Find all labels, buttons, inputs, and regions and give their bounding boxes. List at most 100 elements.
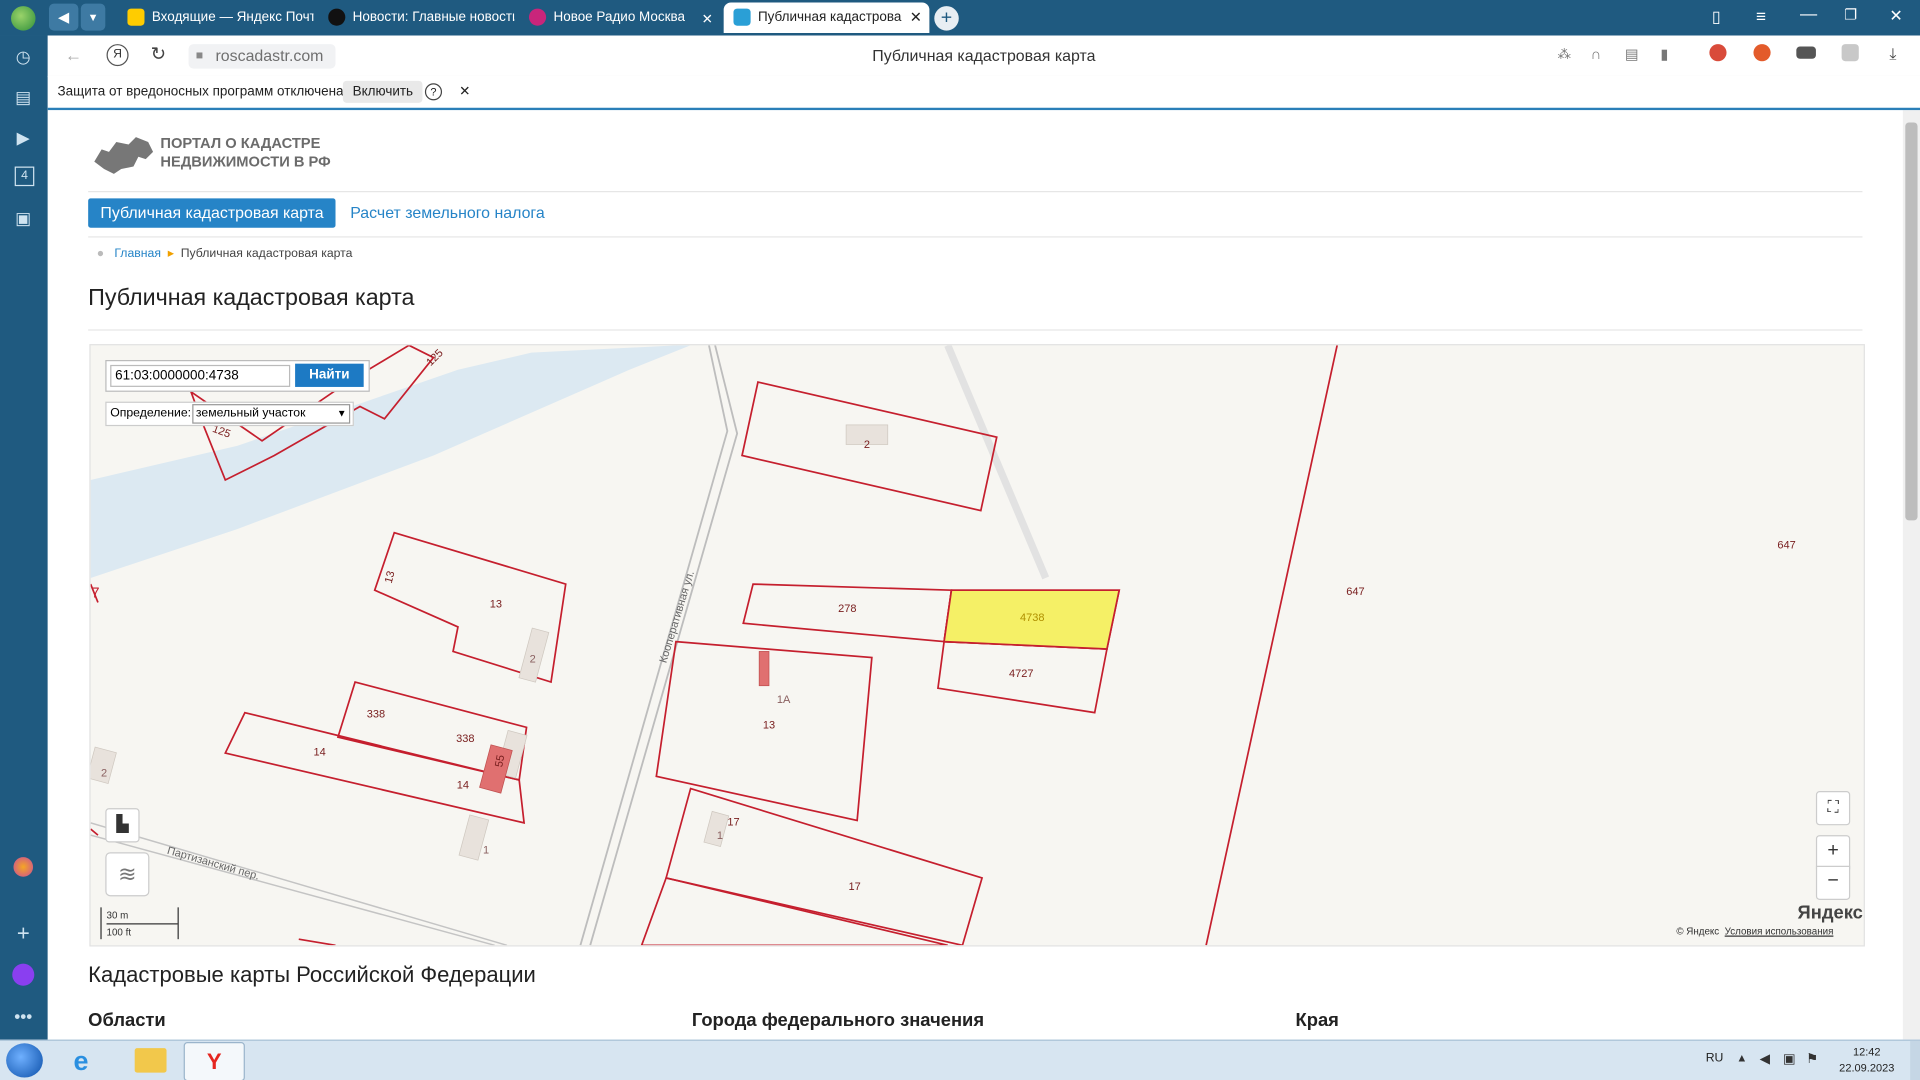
news-icon bbox=[328, 8, 346, 26]
downloads-icon[interactable]: ⤓ bbox=[1889, 44, 1896, 64]
headphones-icon[interactable]: ∩ bbox=[1591, 45, 1602, 62]
page-content: ПОРТАЛ О КАДАСТРЕ НЕДВИЖИМОСТИ В РФ Публ… bbox=[47, 110, 1903, 1041]
yandex-browser-taskbar-button[interactable]: Y bbox=[183, 1042, 245, 1080]
flag-icon[interactable]: ⚑ bbox=[1806, 1051, 1818, 1067]
reader-icon[interactable]: ▤ bbox=[1625, 45, 1639, 62]
extensions-icon[interactable]: ⁂ bbox=[1558, 47, 1571, 63]
video-icon[interactable]: ▶︎ bbox=[12, 126, 34, 148]
menu-icon[interactable]: ≡ bbox=[1756, 6, 1766, 26]
regions-column-title: Области bbox=[88, 1010, 166, 1032]
nav-land-tax[interactable]: Расчет земельного налога bbox=[350, 198, 545, 227]
tab-mail[interactable]: Входящие — Яндекс Почта bbox=[127, 2, 313, 33]
protection-message: Защита от вредоносных программ отключена bbox=[57, 84, 344, 100]
street-line bbox=[944, 345, 1050, 580]
enable-protection-button[interactable]: Включить bbox=[342, 80, 423, 103]
tabs-dropdown-button[interactable]: ▼ bbox=[80, 3, 106, 31]
breadcrumb-home[interactable]: Главная bbox=[114, 247, 161, 260]
show-desktop-button[interactable] bbox=[1910, 1040, 1920, 1080]
extension-c-icon[interactable] bbox=[1796, 46, 1816, 59]
zoom-out-button[interactable]: − bbox=[1815, 865, 1851, 901]
browser-sidebar: ◷ ▤ ▶︎ 4 ▣ + ••• bbox=[0, 35, 48, 1040]
terms-link[interactable]: Условия использования bbox=[1725, 926, 1834, 937]
clock[interactable]: 12:42 22.09.2023 bbox=[1839, 1044, 1894, 1076]
parcel-label: 13 bbox=[763, 720, 775, 732]
parcel-label: 2 bbox=[864, 439, 870, 451]
parcel-label: 14 bbox=[457, 780, 469, 792]
parcel-label: 1 bbox=[717, 830, 723, 842]
site-logo-text[interactable]: ПОРТАЛ О КАДАСТРЕ НЕДВИЖИМОСТИ В РФ bbox=[160, 135, 380, 172]
alice-icon[interactable] bbox=[12, 963, 35, 986]
start-button[interactable] bbox=[6, 1043, 43, 1078]
divider bbox=[88, 191, 1863, 193]
zoom-in-button[interactable]: + bbox=[1815, 835, 1851, 870]
tray-arrow-icon[interactable]: ▲ bbox=[1736, 1052, 1747, 1064]
notes-icon[interactable]: ▤ bbox=[12, 86, 34, 108]
more-icon[interactable]: ••• bbox=[12, 1005, 34, 1027]
language-indicator[interactable]: RU bbox=[1706, 1052, 1724, 1065]
divider bbox=[88, 236, 1863, 238]
scrollbar-thumb[interactable] bbox=[1905, 122, 1918, 521]
new-tab-button[interactable]: + bbox=[934, 6, 959, 31]
breadcrumb-current: Публичная кадастровая карта bbox=[180, 247, 353, 261]
help-icon[interactable]: ? bbox=[424, 83, 443, 101]
sound-toggle-button[interactable]: ◀︎ bbox=[48, 3, 79, 31]
parcel-label: 7 bbox=[91, 586, 99, 602]
tab-close-icon[interactable]: ✕ bbox=[910, 2, 922, 33]
parcel-label: 1 bbox=[483, 844, 489, 856]
ruler-icon: ▙ bbox=[116, 814, 129, 833]
parcel bbox=[1205, 345, 1338, 946]
logo-line: ПОРТАЛ О КАДАСТРЕ bbox=[160, 134, 321, 152]
fullscreen-icon: ⛶ bbox=[1827, 797, 1839, 816]
internet-explorer-icon[interactable]: e bbox=[73, 1046, 88, 1078]
definition-label: Определение: bbox=[110, 406, 192, 421]
layers-button[interactable]: ≋ bbox=[105, 852, 150, 897]
map-canvas[interactable]: 2 278 4738 4727 1А 13 13 13 2 338 338 14… bbox=[90, 345, 1864, 946]
browser-logo-icon[interactable] bbox=[11, 6, 36, 31]
tab-label: Публичная кадастрова bbox=[757, 9, 902, 25]
tab-radio[interactable]: Новое Радио Москва bbox=[528, 2, 700, 33]
nav-cadastral-map[interactable]: Публичная кадастровая карта bbox=[88, 198, 336, 228]
russia-map-logo bbox=[94, 137, 154, 174]
chevron-right-icon: ▸ bbox=[167, 247, 174, 261]
extension-d-icon[interactable] bbox=[1841, 44, 1859, 62]
street-label: Партизанский пер. bbox=[166, 845, 261, 883]
parcel-label: 1А bbox=[777, 694, 791, 706]
definition-value: земельный участок bbox=[195, 406, 306, 421]
definition-select[interactable]: земельный участок ▼ bbox=[192, 404, 351, 424]
history-icon[interactable]: ◷ bbox=[12, 45, 34, 67]
ruler-button[interactable]: ▙ bbox=[105, 808, 140, 843]
yandex-logo[interactable]: Яндекс bbox=[1798, 902, 1863, 923]
restore-icon[interactable]: ❐ bbox=[1844, 6, 1857, 23]
radio-icon bbox=[528, 8, 547, 26]
counter-icon[interactable]: 4 bbox=[14, 166, 35, 187]
bookmarks-icon[interactable]: ▯ bbox=[1712, 7, 1721, 27]
close-window-icon[interactable]: ✕ bbox=[1889, 6, 1902, 26]
building bbox=[479, 744, 513, 794]
cadastral-map[interactable]: 2 278 4738 4727 1А 13 13 13 2 338 338 14… bbox=[89, 344, 1865, 947]
volume-icon[interactable]: ◀︎ bbox=[1760, 1051, 1770, 1067]
tab-close-icon[interactable]: ✕ bbox=[702, 11, 713, 27]
krai-column-title: Края bbox=[1295, 1010, 1339, 1032]
parcel-label: 17 bbox=[727, 816, 739, 828]
bookmark-icon[interactable]: ▮ bbox=[1660, 45, 1668, 62]
parcel-label: 647 bbox=[1777, 540, 1795, 552]
cadastre-number-input[interactable]: 61:03:0000000:4738 bbox=[110, 364, 291, 387]
minimize-icon[interactable]: — bbox=[1800, 4, 1817, 24]
building bbox=[758, 651, 770, 687]
close-protection-icon[interactable]: ✕ bbox=[459, 76, 470, 108]
federal-cities-column-title: Города федерального значения bbox=[691, 1010, 985, 1032]
find-button[interactable]: Найти bbox=[295, 363, 364, 387]
app-icon[interactable] bbox=[13, 857, 34, 877]
tab-cadastre[interactable]: Публичная кадастрова ✕ bbox=[723, 2, 930, 34]
screenshot-icon[interactable]: ▣ bbox=[12, 207, 34, 229]
network-icon[interactable]: ▣ bbox=[1783, 1051, 1796, 1067]
breadcrumb: ● Главная ▸ Публичная кадастровая карта bbox=[97, 247, 353, 260]
fullscreen-button[interactable]: ⛶ bbox=[1815, 791, 1851, 826]
tab-news[interactable]: Новости: Главные новости bbox=[328, 2, 514, 33]
add-icon[interactable]: + bbox=[12, 922, 34, 944]
address-bar: ← Я ↻ ■ roscadastr.com Публичная кадастр… bbox=[47, 35, 1920, 78]
map-copyright: © Яндекс Условия использования bbox=[1676, 926, 1833, 937]
folder-icon[interactable] bbox=[134, 1048, 167, 1073]
extension-b-icon[interactable] bbox=[1753, 44, 1771, 62]
extension-a-icon[interactable] bbox=[1709, 44, 1727, 62]
